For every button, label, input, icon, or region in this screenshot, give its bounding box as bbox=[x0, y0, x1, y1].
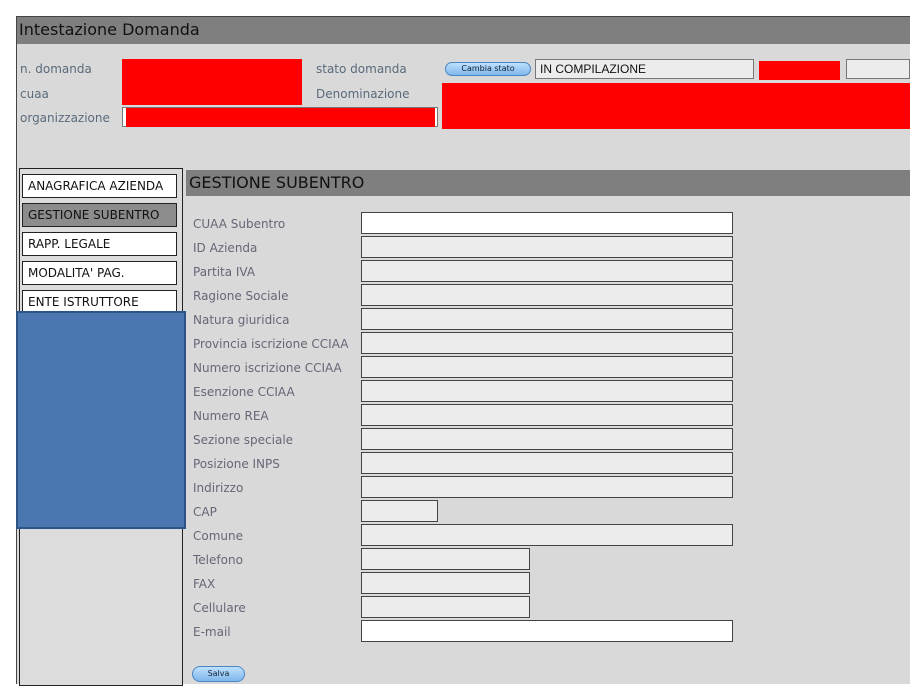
label-partita-iva: Partita IVA bbox=[193, 265, 256, 279]
sezione-speciale-field[interactable] bbox=[361, 428, 733, 450]
label-sezione-speciale: Sezione speciale bbox=[193, 433, 294, 447]
label-stato-domanda: stato domanda bbox=[316, 62, 407, 76]
email-input[interactable] bbox=[361, 620, 733, 642]
fax-field[interactable] bbox=[361, 572, 530, 594]
label-natura-giuridica: Natura giuridica bbox=[193, 313, 290, 327]
label-numero-rea: Numero REA bbox=[193, 409, 269, 423]
label-email: E-mail bbox=[193, 625, 231, 639]
comune-field[interactable] bbox=[361, 524, 733, 546]
stato-domanda-field[interactable]: IN COMPILAZIONE bbox=[535, 59, 754, 79]
sidebar-item-modalita-pag[interactable]: MODALITA' PAG. bbox=[22, 261, 177, 285]
sidebar-item-anagrafica-azienda[interactable]: ANAGRAFICA AZIENDA bbox=[22, 174, 177, 198]
cambia-stato-button[interactable]: Cambia stato bbox=[445, 62, 531, 76]
ragione-sociale-field[interactable] bbox=[361, 284, 733, 306]
label-cuaa-subentro: CUAA Subentro bbox=[193, 217, 286, 231]
label-organizzazione: organizzazione bbox=[20, 111, 110, 125]
numero-iscrizione-cciaa-field[interactable] bbox=[361, 356, 733, 378]
partita-iva-field[interactable] bbox=[361, 260, 733, 282]
cap-field[interactable] bbox=[361, 500, 438, 522]
label-telefono: Telefono bbox=[193, 553, 243, 567]
label-fax: FAX bbox=[193, 577, 216, 591]
label-cellulare: Cellulare bbox=[193, 601, 246, 615]
posizione-inps-field[interactable] bbox=[361, 452, 733, 474]
redaction-block bbox=[759, 61, 840, 80]
numero-rea-field[interactable] bbox=[361, 404, 733, 426]
save-button[interactable]: Salva bbox=[192, 666, 245, 682]
sidebar-item-gestione-subentro[interactable]: GESTIONE SUBENTRO bbox=[22, 203, 177, 227]
label-ragione-sociale: Ragione Sociale bbox=[193, 289, 289, 303]
label-provincia-iscrizione-cciaa: Provincia iscrizione CCIAA bbox=[193, 337, 349, 351]
esenzione-cciaa-field[interactable] bbox=[361, 380, 733, 402]
label-numero-iscrizione-cciaa: Numero iscrizione CCIAA bbox=[193, 361, 342, 375]
redaction-block bbox=[442, 83, 910, 129]
provincia-iscrizione-cciaa-field[interactable] bbox=[361, 332, 733, 354]
natura-giuridica-field[interactable] bbox=[361, 308, 733, 330]
redaction-block bbox=[122, 59, 302, 105]
id-azienda-field[interactable] bbox=[361, 236, 733, 258]
label-cap: CAP bbox=[193, 505, 217, 519]
label-comune: Comune bbox=[193, 529, 244, 543]
label-posizione-inps: Posizione INPS bbox=[193, 457, 280, 471]
label-esenzione-cciaa: Esenzione CCIAA bbox=[193, 385, 295, 399]
redaction-block bbox=[126, 108, 435, 127]
telefono-field[interactable] bbox=[361, 548, 530, 570]
label-indirizzo: Indirizzo bbox=[193, 481, 244, 495]
page-title: Intestazione Domanda bbox=[19, 20, 200, 39]
label-n-domanda: n. domanda bbox=[20, 62, 92, 76]
cuaa-subentro-input[interactable] bbox=[361, 212, 733, 234]
label-denominazione: Denominazione bbox=[316, 87, 410, 101]
overlay-block bbox=[16, 311, 186, 529]
sidebar-item-rapp-legale[interactable]: RAPP. LEGALE bbox=[22, 232, 177, 256]
label-cuaa: cuaa bbox=[20, 87, 49, 101]
extra-header-field[interactable] bbox=[846, 59, 910, 79]
cellulare-field[interactable] bbox=[361, 596, 530, 618]
label-id-azienda: ID Azienda bbox=[193, 241, 258, 255]
section-title: GESTIONE SUBENTRO bbox=[189, 173, 365, 192]
indirizzo-field[interactable] bbox=[361, 476, 733, 498]
